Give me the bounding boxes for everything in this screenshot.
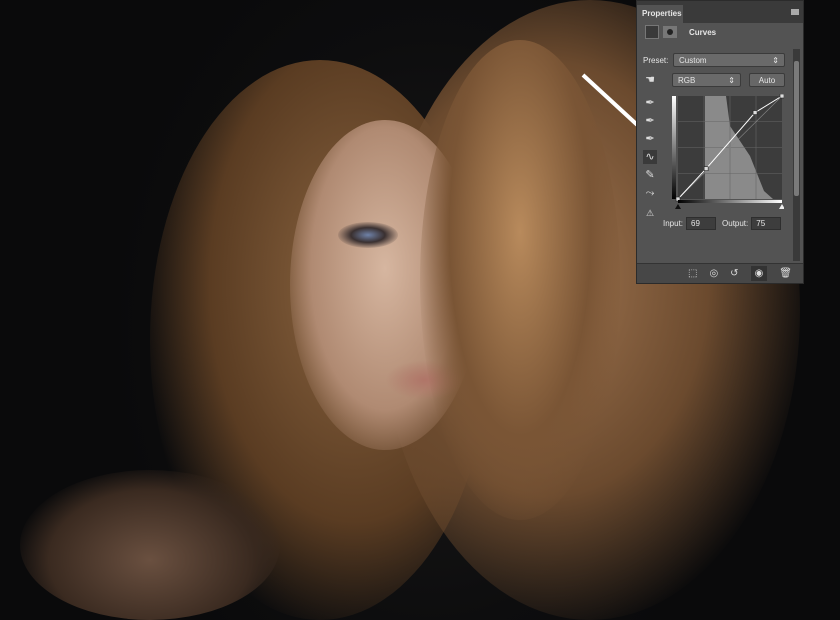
clipping-warning-icon[interactable]: ⚠ (643, 206, 657, 220)
input-label: Input: (663, 219, 684, 228)
scrollbar-thumb[interactable] (794, 61, 799, 196)
white-eyedropper-icon[interactable]: ✒ (643, 132, 657, 146)
output-label: Output: (722, 219, 749, 228)
panel-menu-icon[interactable] (791, 9, 799, 15)
on-image-adjust-icon[interactable]: ☚ (643, 73, 657, 87)
curves-icon[interactable] (645, 25, 659, 39)
black-eyedropper-icon[interactable]: ✒ (643, 96, 657, 110)
channel-value: RGB (678, 75, 696, 85)
smooth-icon[interactable]: ⤳ (643, 186, 657, 200)
pencil-icon[interactable]: ✎ (643, 168, 657, 182)
curve-edit-icon[interactable]: ∿ (643, 150, 657, 164)
adjustment-title: Curves (689, 27, 717, 37)
visibility-eye-icon[interactable]: ◉ (750, 266, 768, 281)
chevron-updown-icon: ⇕ (728, 75, 735, 85)
input-field[interactable]: 69 (686, 217, 717, 230)
chevron-updown-icon: ⇕ (772, 55, 779, 65)
input-gradient-bar (678, 200, 782, 203)
black-point-slider[interactable] (675, 204, 681, 209)
properties-panel: Properties Curves Preset: Custom ⇕ ☚ RGB ⇕… (636, 0, 804, 284)
white-point-slider[interactable] (779, 204, 784, 209)
panel-scrollbar[interactable] (793, 49, 800, 261)
auto-button[interactable]: Auto (749, 73, 785, 87)
curve-point[interactable] (703, 166, 709, 172)
panel-bottom-toolbar: ⬚ ◎ ↺ ◉ 🗑 (637, 263, 803, 283)
tab-properties[interactable]: Properties (637, 5, 683, 23)
view-previous-icon[interactable]: ◎ (709, 268, 718, 279)
curves-graph[interactable] (672, 94, 784, 210)
preset-value: Custom (679, 55, 707, 65)
curve-point[interactable] (752, 110, 758, 115)
clip-to-layer-icon[interactable]: ⬚ (688, 268, 697, 279)
reset-icon[interactable]: ↺ (730, 268, 738, 279)
gray-eyedropper-icon[interactable]: ✒ (643, 114, 657, 128)
output-gradient-bar (672, 96, 676, 199)
curve-point[interactable] (779, 94, 784, 99)
channel-select[interactable]: RGB ⇕ (672, 73, 741, 87)
preset-label: Preset: (643, 55, 669, 65)
preset-select[interactable]: Custom ⇕ (673, 53, 785, 67)
output-field[interactable]: 75 (751, 217, 782, 230)
mask-icon[interactable] (663, 26, 677, 38)
panel-tabbar: Properties (637, 1, 803, 23)
trash-icon[interactable]: 🗑 (779, 268, 792, 279)
